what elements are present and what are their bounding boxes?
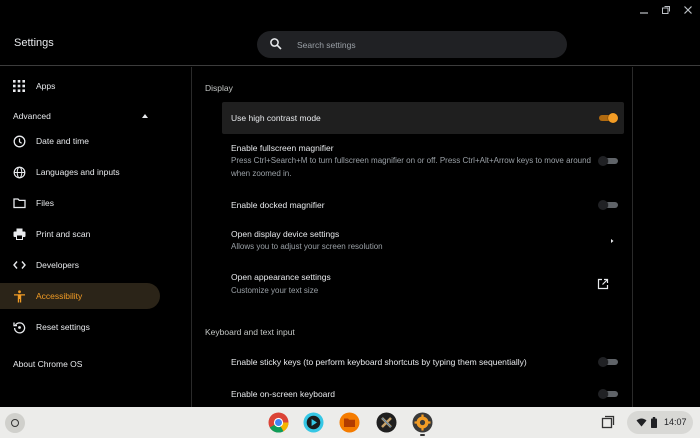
chrome-icon[interactable] <box>268 412 289 433</box>
setting-subtitle: Customize your text size <box>231 286 319 295</box>
sidebar-item-accessibility[interactable]: Accessibility <box>0 283 160 309</box>
setting-row-docked-magnifier[interactable]: Enable docked magnifier <box>222 192 624 218</box>
setting-row-high-contrast[interactable]: Use high contrast mode <box>222 102 624 134</box>
sidebar-item-apps[interactable]: Apps <box>0 73 160 99</box>
setting-title: Enable docked magnifier <box>231 200 325 210</box>
printer-icon <box>12 227 26 241</box>
setting-row-appearance[interactable]: Open appearance settings Customize your … <box>222 269 624 301</box>
section-title-display: Display <box>205 83 233 93</box>
minimize-icon[interactable] <box>638 3 650 17</box>
running-app-indicator <box>420 434 425 436</box>
wifi-icon <box>636 418 647 427</box>
files-icon[interactable] <box>339 412 360 433</box>
setting-row-sticky-keys[interactable]: Enable sticky keys (to perform keyboard … <box>222 350 624 374</box>
sidebar-item-print-scan[interactable]: Print and scan <box>0 221 160 247</box>
onscreen-keyboard-toggle[interactable] <box>598 389 618 399</box>
sticky-keys-toggle[interactable] <box>598 357 618 367</box>
sidebar-item-label: Apps <box>36 81 56 91</box>
setting-row-display-device[interactable]: Open display device settings Allows you … <box>222 225 624 257</box>
sidebar-item-languages[interactable]: Languages and inputs <box>0 159 160 185</box>
sidebar-item-label: Languages and inputs <box>36 167 120 177</box>
settings-content: Display Use high contrast mode Enable fu… <box>191 67 633 407</box>
external-link-icon <box>597 278 609 290</box>
battery-icon <box>651 417 657 428</box>
sidebar-item-date-time[interactable]: Date and time <box>0 128 160 154</box>
setting-row-fullscreen-magnifier[interactable]: Enable fullscreen magnifier Press Ctrl+S… <box>222 138 624 184</box>
page-title: Settings <box>14 37 54 49</box>
accessibility-icon <box>12 289 26 303</box>
setting-subtitle: Press Ctrl+Search+M to turn fullscreen m… <box>231 156 591 178</box>
code-icon <box>12 258 26 272</box>
reset-icon <box>12 320 26 334</box>
sidebar-item-about[interactable]: About Chrome OS <box>13 359 82 369</box>
docked-magnifier-toggle[interactable] <box>598 200 618 210</box>
sidebar-item-reset[interactable]: Reset settings <box>0 314 160 340</box>
launcher-button[interactable] <box>5 413 25 433</box>
setting-row-onscreen-keyboard[interactable]: Enable on-screen keyboard <box>222 382 624 406</box>
launcher-icon <box>11 419 19 427</box>
setting-title: Open appearance settings <box>231 272 331 282</box>
sidebar-item-label: Accessibility <box>36 291 83 301</box>
sidebar-item-files[interactable]: Files <box>0 190 160 216</box>
fullscreen-magnifier-toggle[interactable] <box>598 156 618 166</box>
chevron-right-icon <box>611 239 614 243</box>
close-icon[interactable] <box>682 3 694 17</box>
high-contrast-toggle[interactable] <box>598 113 618 123</box>
search-icon <box>269 37 283 51</box>
setting-title: Enable fullscreen magnifier <box>231 143 334 153</box>
sidebar-advanced-toggle[interactable]: Advanced <box>13 111 51 121</box>
setting-title: Use high contrast mode <box>231 113 321 123</box>
settings-app-icon[interactable] <box>412 412 433 433</box>
sidebar-item-label: Developers <box>36 260 79 270</box>
setting-title: Enable sticky keys (to perform keyboard … <box>231 357 527 367</box>
status-tray[interactable]: 14:07 <box>627 411 693 434</box>
sidebar-item-label: Date and time <box>36 136 89 146</box>
apps-grid-icon <box>12 79 26 93</box>
media-player-icon[interactable] <box>303 412 324 433</box>
maximize-icon[interactable] <box>660 3 672 17</box>
setting-title: Open display device settings <box>231 229 340 239</box>
sidebar-item-developers[interactable]: Developers <box>0 252 160 278</box>
globe-icon <box>12 165 26 179</box>
setting-title: Enable on-screen keyboard <box>231 389 335 399</box>
sidebar-item-label: Reset settings <box>36 322 90 332</box>
chevron-up-icon[interactable] <box>142 114 148 118</box>
search-box[interactable] <box>257 31 567 58</box>
setting-subtitle: Allows you to adjust your screen resolut… <box>231 242 383 251</box>
clock-icon <box>12 134 26 148</box>
sidebar: Apps Advanced Date and time Languages an… <box>0 67 190 407</box>
sidebar-item-label: Print and scan <box>36 229 91 239</box>
settings-header: Settings <box>0 22 700 66</box>
window-titlebar <box>0 0 700 22</box>
crossover-icon[interactable] <box>376 412 397 433</box>
section-title-keyboard: Keyboard and text input <box>205 327 295 337</box>
clock-time: 14:07 <box>664 417 687 427</box>
search-input[interactable] <box>297 37 547 52</box>
folder-icon <box>12 196 26 210</box>
sidebar-item-label: Files <box>36 198 54 208</box>
shelf: 14:07 <box>0 407 700 438</box>
overview-icon[interactable] <box>601 415 615 429</box>
